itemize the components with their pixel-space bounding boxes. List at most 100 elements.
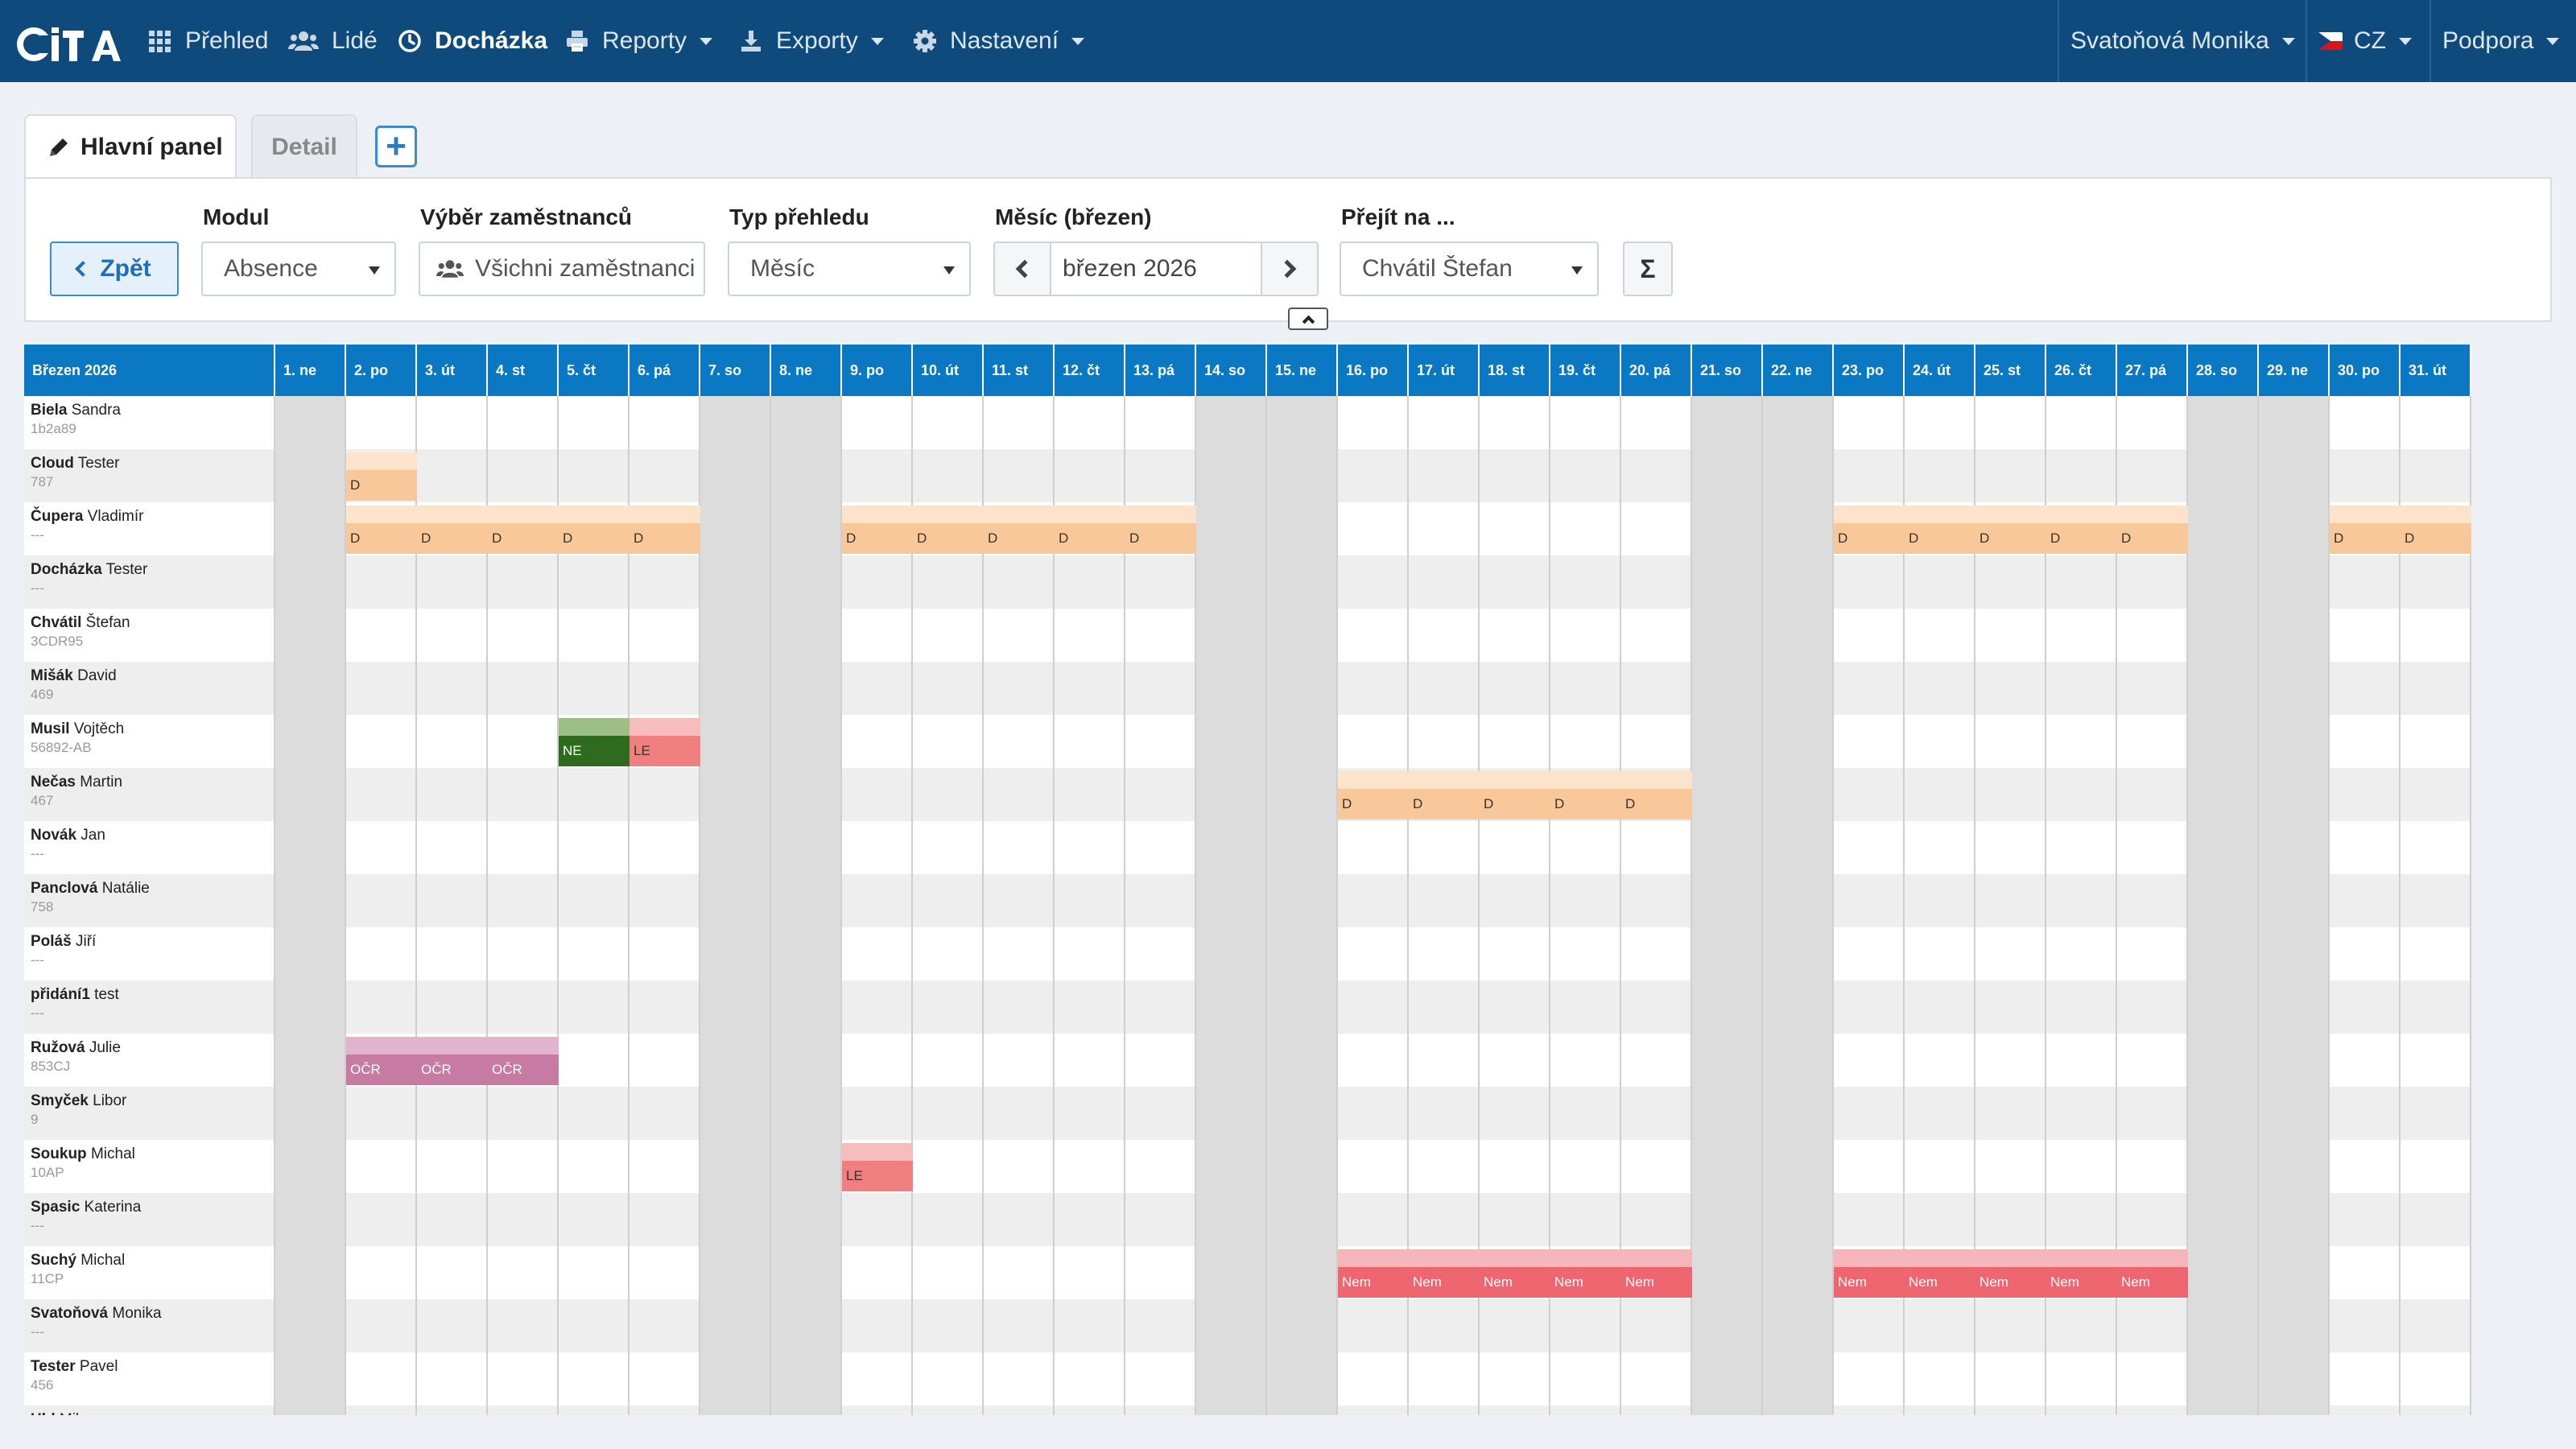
day-cell[interactable] bbox=[630, 662, 700, 715]
tab-detail[interactable]: Detail bbox=[251, 114, 357, 179]
day-cell[interactable] bbox=[559, 662, 630, 715]
day-cell[interactable] bbox=[1550, 449, 1621, 502]
day-cell[interactable] bbox=[1267, 609, 1338, 662]
day-cell[interactable] bbox=[1125, 1246, 1196, 1299]
day-cell[interactable] bbox=[771, 980, 842, 1034]
day-cell[interactable] bbox=[2259, 662, 2330, 715]
day-cell[interactable] bbox=[559, 768, 630, 821]
day-cell[interactable] bbox=[2401, 1087, 2471, 1140]
day-cell[interactable] bbox=[1975, 1034, 2046, 1087]
day-cell[interactable] bbox=[1621, 715, 1692, 768]
day-cell[interactable] bbox=[2188, 449, 2259, 502]
day-cell[interactable] bbox=[1338, 1193, 1409, 1246]
day-cell[interactable] bbox=[1905, 1352, 1975, 1406]
day-cell[interactable] bbox=[2188, 768, 2259, 821]
day-cell[interactable] bbox=[771, 874, 842, 927]
day-cell[interactable] bbox=[1975, 1140, 2046, 1193]
nav-nastaveni[interactable]: Nastavení bbox=[913, 0, 1085, 82]
employee-name-cell[interactable]: Soukup Michal 10AP bbox=[24, 1140, 275, 1193]
day-cell[interactable] bbox=[1763, 927, 1834, 980]
day-cell[interactable] bbox=[2046, 1193, 2117, 1246]
day-cell[interactable] bbox=[2117, 874, 2188, 927]
day-cell[interactable] bbox=[913, 555, 984, 609]
day-cell[interactable] bbox=[559, 396, 630, 449]
day-cell[interactable] bbox=[1480, 1034, 1550, 1087]
day-cell[interactable] bbox=[1338, 1140, 1409, 1193]
day-cell[interactable] bbox=[1125, 1352, 1196, 1406]
employee-name-cell[interactable]: Mišák David 469 bbox=[24, 662, 275, 715]
employee-name-cell[interactable]: Docházka Tester --- bbox=[24, 555, 275, 609]
day-cell[interactable] bbox=[1480, 555, 1550, 609]
day-cell[interactable] bbox=[2188, 927, 2259, 980]
day-cell[interactable] bbox=[842, 1299, 913, 1352]
day-cell[interactable] bbox=[913, 662, 984, 715]
day-cell[interactable] bbox=[1055, 1034, 1125, 1087]
day-cell[interactable] bbox=[1975, 396, 2046, 449]
day-cell[interactable] bbox=[842, 1406, 913, 1415]
day-cell[interactable] bbox=[630, 1193, 700, 1246]
day-cell[interactable] bbox=[2259, 449, 2330, 502]
day-cell[interactable] bbox=[2401, 1246, 2471, 1299]
day-cell[interactable] bbox=[2188, 821, 2259, 874]
day-cell[interactable] bbox=[559, 1299, 630, 1352]
day-cell[interactable] bbox=[913, 1246, 984, 1299]
module-select[interactable]: Absence bbox=[201, 242, 396, 296]
day-cell[interactable] bbox=[1763, 715, 1834, 768]
day-cell[interactable] bbox=[1975, 927, 2046, 980]
absence-entry[interactable]: OČR bbox=[488, 1034, 559, 1087]
day-cell[interactable] bbox=[1550, 1299, 1621, 1352]
day-cell[interactable] bbox=[417, 1193, 488, 1246]
day-cell[interactable] bbox=[1834, 1406, 1905, 1415]
absence-entry[interactable]: LE bbox=[630, 715, 700, 768]
day-cell[interactable] bbox=[630, 1087, 700, 1140]
absence-entry[interactable]: Nem bbox=[1834, 1246, 1905, 1299]
day-cell[interactable] bbox=[488, 1246, 559, 1299]
day-cell[interactable] bbox=[346, 1246, 417, 1299]
day-cell[interactable] bbox=[2259, 1193, 2330, 1246]
day-cell[interactable] bbox=[346, 715, 417, 768]
day-cell[interactable] bbox=[559, 1087, 630, 1140]
day-cell[interactable] bbox=[1480, 927, 1550, 980]
absence-entry[interactable]: D bbox=[559, 502, 630, 555]
day-cell[interactable] bbox=[984, 768, 1055, 821]
day-cell[interactable] bbox=[842, 927, 913, 980]
day-cell[interactable] bbox=[2401, 609, 2471, 662]
employee-name-cell[interactable]: Biela Sandra 1b2a89 bbox=[24, 396, 275, 449]
absence-entry[interactable]: D bbox=[1338, 768, 1409, 821]
day-cell[interactable] bbox=[2330, 1140, 2401, 1193]
day-cell[interactable] bbox=[2046, 1406, 2117, 1415]
day-cell[interactable] bbox=[2330, 1087, 2401, 1140]
day-cell[interactable] bbox=[2117, 396, 2188, 449]
day-cell[interactable] bbox=[1055, 927, 1125, 980]
day-cell[interactable] bbox=[1692, 662, 1763, 715]
month-input[interactable]: březen 2026 bbox=[1051, 242, 1262, 296]
day-cell[interactable] bbox=[1905, 1193, 1975, 1246]
day-cell[interactable] bbox=[2046, 715, 2117, 768]
day-cell[interactable] bbox=[1338, 821, 1409, 874]
day-cell[interactable] bbox=[346, 396, 417, 449]
day-cell[interactable] bbox=[417, 1246, 488, 1299]
day-cell[interactable] bbox=[771, 1406, 842, 1415]
day-cell[interactable] bbox=[1267, 396, 1338, 449]
day-cell[interactable] bbox=[1055, 874, 1125, 927]
day-cell[interactable] bbox=[488, 1087, 559, 1140]
day-cell[interactable] bbox=[488, 396, 559, 449]
day-cell[interactable] bbox=[700, 874, 771, 927]
day-cell[interactable] bbox=[1267, 927, 1338, 980]
absence-entry[interactable]: Nem bbox=[1338, 1246, 1409, 1299]
day-cell[interactable] bbox=[488, 874, 559, 927]
day-cell[interactable] bbox=[346, 874, 417, 927]
day-cell[interactable] bbox=[1621, 1034, 1692, 1087]
day-cell[interactable] bbox=[1621, 1193, 1692, 1246]
day-cell[interactable] bbox=[2188, 874, 2259, 927]
day-cell[interactable] bbox=[771, 609, 842, 662]
day-cell[interactable] bbox=[913, 609, 984, 662]
employee-name-cell[interactable]: Ružová Julie 853CJ bbox=[24, 1034, 275, 1087]
day-cell[interactable] bbox=[1550, 874, 1621, 927]
day-cell[interactable] bbox=[2401, 555, 2471, 609]
day-cell[interactable] bbox=[2259, 1140, 2330, 1193]
employee-name-cell[interactable]: Čupera Vladimír --- bbox=[24, 502, 275, 555]
day-cell[interactable] bbox=[1196, 1140, 1267, 1193]
day-cell[interactable] bbox=[1692, 449, 1763, 502]
day-cell[interactable] bbox=[1338, 1034, 1409, 1087]
